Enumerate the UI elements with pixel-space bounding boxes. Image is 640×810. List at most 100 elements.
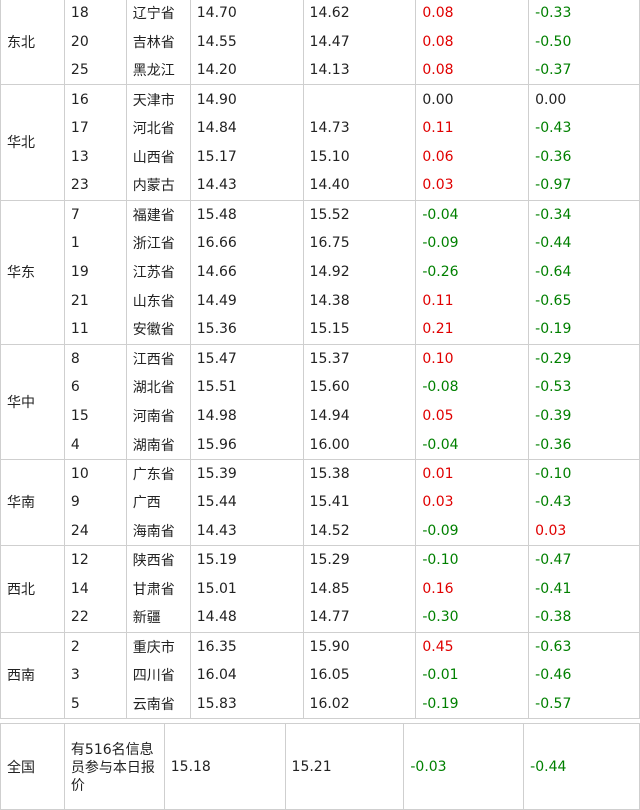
table-row: 西北 12 陕西省 15.19 15.29 -0.10 -0.47 [0,545,640,633]
province-cell: 内蒙古 [125,171,191,201]
province-cell: 安徽省 [125,315,191,345]
price-1-cell: 16.66 [189,228,304,258]
price-1-cell: 15.36 [189,315,304,345]
change-1-cell: -0.30 [415,603,530,633]
table-row: 21 山东省 14.49 14.38 0.11 -0.65 [1,286,640,316]
rank-cell: 7 [63,199,127,229]
change-2-cell: -0.43 [528,488,640,517]
province-cell: 河南省 [125,401,191,431]
rank-cell: 18 [63,0,127,28]
province-cell: 江西省 [125,343,191,373]
change-2-cell: -0.63 [528,631,640,661]
change-1-cell: 0.08 [415,27,530,57]
national-change-1: -0.03 [403,723,525,810]
province-cell: 辽宁省 [125,0,191,28]
table-row: 3 四川省 16.04 16.05 -0.01 -0.46 [1,660,640,690]
rank-cell: 8 [63,343,127,373]
price-1-cell: 15.47 [189,343,304,373]
rank-cell: 23 [63,171,127,201]
national-row: 全国 有516名信息员参与本日报价 15.18 15.21 -0.03 -0.4… [0,723,640,810]
price-1-cell: 14.48 [189,603,304,633]
change-2-cell: -0.53 [528,372,640,402]
price-1-cell: 14.20 [189,56,304,86]
region-label: 华北 [0,84,65,201]
change-1-cell: 0.05 [415,401,530,431]
change-2-cell: -0.43 [528,113,640,143]
change-1-cell: 0.01 [415,458,530,489]
change-2-cell: 0.03 [528,516,640,547]
price-2-cell: 15.60 [302,372,417,402]
change-1-cell: -0.09 [415,228,530,258]
change-2-cell: -0.46 [528,660,640,690]
price-1-cell: 14.55 [189,27,304,57]
province-cell: 新疆 [125,603,191,633]
province-cell: 福建省 [125,199,191,229]
price-2-cell: 14.77 [302,603,417,633]
national-summary-table: 全国 有516名信息员参与本日报价 15.18 15.21 -0.03 -0.4… [0,723,640,810]
price-2-cell: 15.37 [302,343,417,373]
change-2-cell: -0.57 [528,689,640,719]
region-label: 东北 [0,0,65,86]
price-2-cell: 16.02 [302,689,417,719]
province-cell: 四川省 [125,660,191,690]
price-2-cell: 14.92 [302,257,417,287]
change-2-cell: -0.44 [528,228,640,258]
price-2-cell: 15.29 [302,545,417,575]
national-price-1: 15.18 [163,723,286,810]
table-row: 14 甘肃省 15.01 14.85 0.16 -0.41 [1,574,640,604]
change-1-cell: 0.08 [415,0,530,28]
price-2-cell: 14.94 [302,401,417,431]
price-1-cell: 15.44 [189,488,304,517]
change-1-cell: 0.21 [415,315,530,345]
region-label: 华中 [0,343,65,460]
reporter-count-note: 有516名信息员参与本日报价 [63,723,165,810]
change-2-cell: -0.64 [528,257,640,287]
change-1-cell: -0.01 [415,660,530,690]
rank-cell: 3 [63,660,127,690]
table-row: 13 山西省 15.17 15.10 0.06 -0.36 [1,142,640,172]
price-2-cell: 14.38 [302,286,417,316]
price-2-cell: 14.40 [302,171,417,201]
province-cell: 山东省 [125,286,191,316]
province-cell: 湖北省 [125,372,191,402]
rank-cell: 1 [63,228,127,258]
price-1-cell: 14.43 [189,171,304,201]
change-2-cell: -0.38 [528,603,640,633]
province-cell: 天津市 [125,84,191,114]
price-2-cell: 14.85 [302,574,417,604]
change-2-cell: -0.47 [528,545,640,575]
price-2-cell: 14.73 [302,113,417,143]
change-1-cell: 0.03 [415,488,530,517]
rank-cell: 15 [63,401,127,431]
table-row: 25 黑龙江 14.20 14.13 0.08 -0.37 [1,56,640,86]
national-change-2: -0.44 [523,723,640,810]
price-1-cell: 16.35 [189,631,304,661]
province-cell: 黑龙江 [125,56,191,86]
rank-cell: 14 [63,574,127,604]
price-2-cell: 15.38 [302,458,417,489]
price-1-cell: 15.51 [189,372,304,402]
province-cell: 广西 [125,488,191,517]
change-2-cell: -0.50 [528,27,640,57]
price-1-cell: 15.83 [189,689,304,719]
province-cell: 吉林省 [125,27,191,57]
price-1-cell: 15.48 [189,199,304,229]
change-2-cell: -0.33 [528,0,640,28]
table-row: 华北 16 天津市 14.90 0.00 0.00 [0,84,640,201]
table-row: 23 内蒙古 14.43 14.40 0.03 -0.97 [1,171,640,201]
price-1-cell: 15.19 [189,545,304,575]
price-1-cell: 14.70 [189,0,304,28]
price-1-cell: 14.90 [189,84,304,114]
change-2-cell: -0.19 [528,315,640,345]
rank-cell: 22 [63,603,127,633]
change-1-cell: -0.26 [415,257,530,287]
price-1-cell: 14.84 [189,113,304,143]
price-1-cell: 14.98 [189,401,304,431]
change-2-cell: -0.39 [528,401,640,431]
price-2-cell: 16.00 [302,430,417,460]
rank-cell: 16 [63,84,127,114]
rank-cell: 5 [63,689,127,719]
change-1-cell: 0.10 [415,343,530,373]
region-label: 西北 [0,545,65,633]
price-1-cell: 15.01 [189,574,304,604]
